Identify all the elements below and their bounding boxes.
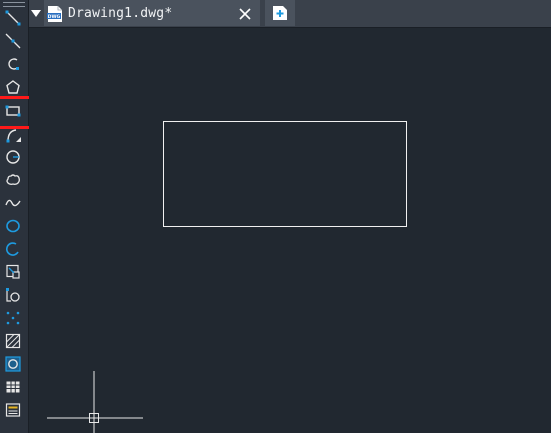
construction-line-tool-button[interactable] xyxy=(2,31,24,51)
file-icon-label: DWG xyxy=(48,14,61,20)
region-tool-button[interactable] xyxy=(2,354,24,374)
create-block-tool-button[interactable] xyxy=(2,285,24,305)
multiline-text-tool-button[interactable] xyxy=(2,400,24,420)
region-icon xyxy=(5,356,21,372)
triangle-down-icon xyxy=(31,10,41,17)
spline-icon xyxy=(5,199,21,207)
construction-line-icon xyxy=(5,33,21,49)
polyline-icon xyxy=(8,58,19,70)
polygon-icon xyxy=(6,80,20,94)
insert-block-icon xyxy=(6,264,20,279)
new-tab-icon xyxy=(273,6,287,20)
spline-tool-button[interactable] xyxy=(2,193,24,213)
point-tool-button[interactable] xyxy=(2,308,24,328)
ellipse-arc-tool-button[interactable] xyxy=(2,239,24,259)
ellipse-icon xyxy=(6,219,20,233)
arc-tool-button[interactable] xyxy=(2,125,24,145)
point-icon xyxy=(6,311,20,325)
drawing-canvas[interactable] xyxy=(29,28,551,433)
hatch-icon xyxy=(5,333,21,349)
hatch-tool-button[interactable] xyxy=(2,331,24,351)
tab-drawing1[interactable]: DWG Drawing1.dwg* xyxy=(44,0,260,26)
line-tool-button[interactable] xyxy=(2,8,24,28)
new-tab-button[interactable] xyxy=(265,0,295,26)
revision-cloud-icon xyxy=(6,174,20,185)
tab-menu-button[interactable] xyxy=(29,3,43,25)
polygon-tool-button[interactable] xyxy=(2,77,24,97)
ellipse-tool-button[interactable] xyxy=(2,216,24,236)
tab-title: Drawing1.dwg* xyxy=(68,6,173,21)
polyline-tool-button[interactable] xyxy=(2,54,24,74)
multiline-text-icon xyxy=(5,403,21,417)
table-tool-button[interactable] xyxy=(2,377,24,397)
ellipse-arc-icon xyxy=(5,242,19,256)
draw-toolbar xyxy=(0,0,43,433)
document-tab-bar: DWG Drawing1.dwg* xyxy=(29,0,551,28)
close-icon[interactable] xyxy=(238,7,252,21)
circle-tool-button[interactable] xyxy=(2,147,24,167)
line-icon xyxy=(5,10,21,26)
arc-icon xyxy=(6,129,21,143)
circle-center-icon xyxy=(6,150,20,164)
insert-block-tool-button[interactable] xyxy=(2,262,24,282)
revision-cloud-tool-button[interactable] xyxy=(2,170,24,190)
drawn-rectangle[interactable] xyxy=(163,121,407,227)
table-icon xyxy=(6,381,20,393)
toolbar-grip[interactable] xyxy=(3,2,25,7)
create-block-icon xyxy=(6,288,20,302)
dwg-file-icon: DWG xyxy=(47,6,62,22)
